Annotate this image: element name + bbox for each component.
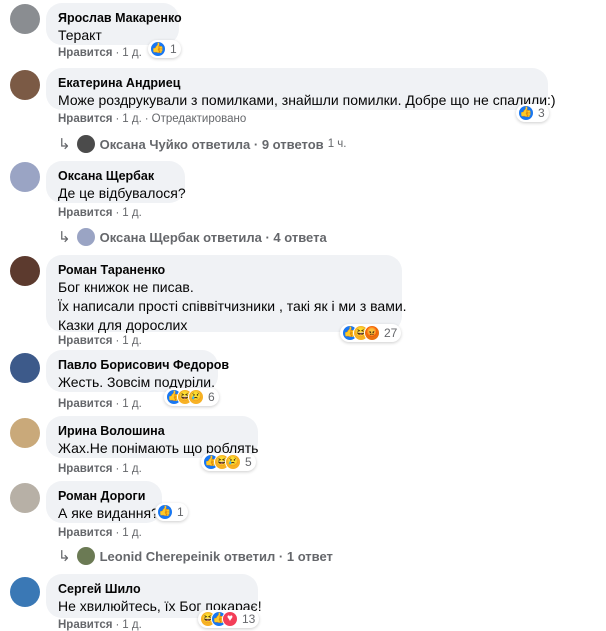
comment-author[interactable]: Оксана Щербак <box>58 168 173 184</box>
like-button[interactable]: Нравится <box>58 463 112 475</box>
comment-bubble: Роман Дороги А яке видання? <box>46 481 162 523</box>
like-button[interactable]: Нравится <box>58 47 112 59</box>
avatar <box>76 228 95 246</box>
like-button[interactable]: Нравится <box>58 335 112 347</box>
sad-reaction-icon: 😢 <box>225 454 241 470</box>
comment-actions: Нравится · 1 д. <box>58 463 142 475</box>
replies-summary[interactable]: Оксана Чуйко ответила · 9 ответов <box>100 137 324 152</box>
comment-author[interactable]: Ярослав Макаренко <box>58 10 182 26</box>
comment-actions: Нравится · 1 д. <box>58 398 142 410</box>
comment-bubble: Ярослав Макаренко Теракт <box>46 3 182 45</box>
reactions-summary[interactable]: 👍 😆 😢 5 <box>201 453 256 471</box>
reactions-summary[interactable]: 😆 👍 ♥ 13 <box>198 610 260 628</box>
avatar[interactable] <box>10 70 40 100</box>
avatar[interactable] <box>10 353 40 383</box>
comment-author[interactable]: Екатерина Андриец <box>58 75 536 91</box>
comment-author[interactable]: Павло Борисович Федоров <box>58 357 229 373</box>
comment-bubble: Екатерина Андриец Може роздрукували з по… <box>46 68 556 110</box>
avatar[interactable] <box>10 418 40 448</box>
comment-bubble: Павло Борисович Федоров Жесть. Зовсім по… <box>46 350 229 392</box>
comment-time[interactable]: 1 д. <box>122 207 142 219</box>
reply-arrow-icon: ↳ <box>58 229 71 246</box>
comment-text: Їх написали прості співвітчизники , такі… <box>58 298 407 314</box>
comment-author[interactable]: Роман Тараненко <box>58 262 390 278</box>
reactions-summary[interactable]: 👍 1 <box>155 503 188 521</box>
comment-text: Де це відбувалося? <box>58 185 186 201</box>
reaction-count: 1 <box>177 505 184 519</box>
reactions-summary[interactable]: 👍 1 <box>148 40 181 58</box>
angry-reaction-icon: 😡 <box>364 325 380 341</box>
like-button[interactable]: Нравится <box>58 207 112 219</box>
reaction-count: 1 <box>170 42 177 56</box>
reactions-summary[interactable]: 👍 😆 😡 27 <box>340 324 402 342</box>
comment-bubble: Оксана Щербак Де це відбувалося? <box>46 161 186 203</box>
reaction-count: 6 <box>208 390 215 404</box>
replies-summary[interactable]: Оксана Щербак ответила · 4 ответа <box>100 230 327 245</box>
avatar[interactable] <box>10 162 40 192</box>
reaction-count: 27 <box>384 326 398 340</box>
comment-author[interactable]: Сергей Шило <box>58 581 246 597</box>
comment-bubble: Ирина Волошина Жах.Не понімають що робля… <box>46 416 258 458</box>
comment-text: А яке видання? <box>58 505 159 521</box>
comment-time[interactable]: 1 д. <box>122 113 142 125</box>
avatar[interactable] <box>10 4 40 34</box>
replies-summary[interactable]: Leonid Cherepeinik ответил · 1 ответ <box>100 549 333 564</box>
love-reaction-icon: ♥ <box>222 611 238 627</box>
comment-time[interactable]: 1 д. <box>122 463 142 475</box>
comment-time[interactable]: 1 д. <box>122 398 142 410</box>
like-button[interactable]: Нравится <box>58 619 112 631</box>
comment-author[interactable]: Роман Дороги <box>58 488 150 504</box>
comment-actions: Нравится · 1 д. <box>58 47 142 59</box>
comment-bubble: Роман Тараненко Бог книжок не писав. Їх … <box>46 255 407 333</box>
comment-actions: Нравится · 1 д. <box>58 527 142 539</box>
replies-link[interactable]: ↳ Оксана Чуйко ответила · 9 ответов 1 ч. <box>58 135 346 153</box>
comment-actions: Нравится · 1 д. <box>58 619 142 631</box>
comment-actions: Нравится · 1 д. <box>58 207 142 219</box>
reaction-count: 13 <box>242 612 256 626</box>
reply-arrow-icon: ↳ <box>58 548 71 565</box>
like-button[interactable]: Нравится <box>58 398 112 410</box>
reply-arrow-icon: ↳ <box>58 136 71 153</box>
like-button[interactable]: Нравится <box>58 527 112 539</box>
edited-label: Отредактировано <box>151 113 247 125</box>
like-reaction-icon: 👍 <box>150 41 166 57</box>
replies-link[interactable]: ↳ Leonid Cherepeinik ответил · 1 ответ <box>58 547 333 565</box>
avatar <box>76 135 95 153</box>
avatar[interactable] <box>10 483 40 513</box>
comment-time[interactable]: 1 д. <box>122 527 142 539</box>
avatar[interactable] <box>10 256 40 286</box>
like-reaction-icon: 👍 <box>518 105 534 121</box>
comment-text: Може роздрукували з помилками, знайшли п… <box>58 92 556 108</box>
comment-actions: Нравится · 1 д. <box>58 335 142 347</box>
reactions-summary[interactable]: 👍 3 <box>516 104 549 122</box>
avatar[interactable] <box>10 577 40 607</box>
reply-time: 1 ч. <box>327 138 347 150</box>
comment-author[interactable]: Ирина Волошина <box>58 423 246 439</box>
reaction-count: 5 <box>245 455 252 469</box>
reactions-summary[interactable]: 👍 😆 😢 6 <box>164 388 219 406</box>
replies-link[interactable]: ↳ Оксана Щербак ответила · 4 ответа <box>58 228 327 246</box>
reaction-count: 3 <box>538 106 545 120</box>
comment-text: Бог книжок не писав. <box>58 279 194 295</box>
like-button[interactable]: Нравится <box>58 113 112 125</box>
like-reaction-icon: 👍 <box>157 504 173 520</box>
avatar <box>76 547 95 565</box>
comment-time[interactable]: 1 д. <box>122 335 142 347</box>
comment-time[interactable]: 1 д. <box>122 47 142 59</box>
comment-time[interactable]: 1 д. <box>122 619 142 631</box>
comment-actions: Нравится · 1 д. · Отредактировано <box>58 113 247 125</box>
sad-reaction-icon: 😢 <box>188 389 204 405</box>
